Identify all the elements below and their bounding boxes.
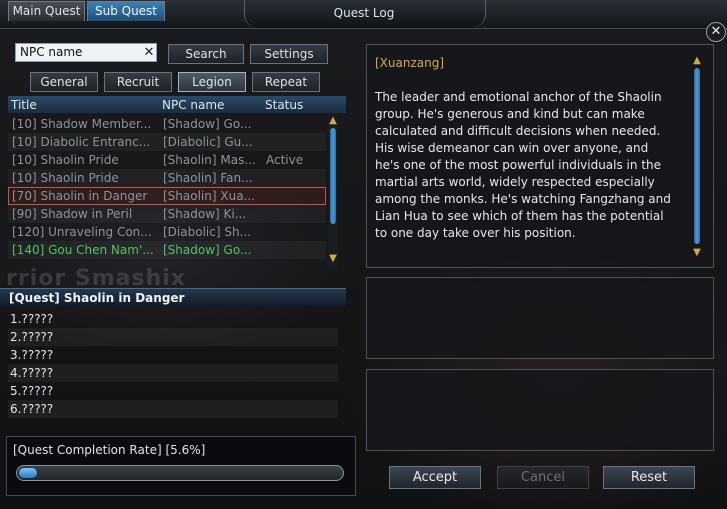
reset-button[interactable]: Reset <box>603 466 695 489</box>
npc-name: [Xuanzang] <box>375 56 445 70</box>
quest-list-row[interactable]: [120] Unraveling Con... [Diabolic] Sh... <box>8 223 326 241</box>
quest-npc: [Diabolic] Sh... <box>163 225 251 239</box>
column-npc-name: NPC name <box>162 98 225 112</box>
quest-npc: [Shadow] Go... <box>163 117 252 131</box>
accept-button[interactable]: Accept <box>389 466 481 489</box>
filter-recruit-button[interactable]: Recruit <box>104 72 172 92</box>
clear-search-icon[interactable]: ✕ <box>143 44 155 61</box>
search-button[interactable]: Search <box>168 44 244 64</box>
quest-list-row[interactable]: [10] Shaolin Pride [Shaolin] Mas... Acti… <box>8 151 326 169</box>
description-scrollbar[interactable]: ▲ ▼ <box>692 54 702 260</box>
close-icon[interactable]: ✕ <box>706 22 726 42</box>
completion-panel: [Quest Completion Rate] [5.6%] <box>6 436 356 496</box>
objective-panel <box>366 369 714 451</box>
quest-title: [70] Shaolin in Danger <box>12 189 148 203</box>
quest-title: [10] Shaolin Pride <box>12 153 119 167</box>
quest-title: [120] Unraveling Con... <box>12 225 152 239</box>
tab-sub-quest[interactable]: Sub Quest <box>87 1 165 21</box>
filter-legion-button[interactable]: Legion <box>178 72 246 92</box>
quest-detail-heading: [Quest] Shaolin in Danger <box>0 288 346 306</box>
filter-repeat-button[interactable]: Repeat <box>252 72 320 92</box>
quest-step: 2.????? <box>8 328 338 346</box>
scrollbar-thumb[interactable] <box>694 68 700 244</box>
quest-title: [90] Shadow in Peril <box>12 207 133 221</box>
quest-npc: [Shadow] Ki... <box>163 207 247 221</box>
quest-title: [10] Shadow Member... <box>12 117 152 131</box>
quest-npc: [Shadow] Go... <box>163 243 252 257</box>
completion-progress-bar <box>16 465 344 481</box>
filter-general-button[interactable]: General <box>30 72 98 92</box>
completion-rate-label: [Quest Completion Rate] [5.6%] <box>13 443 206 457</box>
quest-step: 3.????? <box>10 348 54 362</box>
column-status: Status <box>265 98 304 112</box>
quest-list-row[interactable]: [10] Shadow Member... [Shadow] Go... <box>8 115 326 133</box>
settings-button[interactable]: Settings <box>250 44 328 64</box>
quest-title: [140] Gou Chen Nam'... <box>12 243 154 257</box>
quest-step: 6.????? <box>8 400 338 418</box>
reward-panel <box>366 277 714 359</box>
scrollbar-thumb[interactable] <box>330 128 336 224</box>
quest-npc: [Shaolin] Mas... <box>163 153 256 167</box>
quest-list-scrollbar[interactable]: ▲ ▼ <box>328 114 338 266</box>
quest-title: [10] Shaolin Pride <box>12 171 119 185</box>
quest-list-row[interactable]: [10] Diabolic Entranc... [Diabolic] Gu..… <box>8 133 326 151</box>
window-title: Quest Log <box>333 6 395 20</box>
column-title: Title <box>11 98 37 112</box>
quest-title: [10] Diabolic Entranc... <box>12 135 151 149</box>
tab-main-quest[interactable]: Main Quest <box>8 1 85 21</box>
quest-status: Active <box>266 153 304 167</box>
quest-list-header: Title NPC name Status <box>8 96 346 113</box>
npc-search-input[interactable]: NPC name <box>15 43 157 62</box>
completion-progress-fill <box>19 468 37 478</box>
quest-step: 5.????? <box>10 384 54 398</box>
quest-npc: [Shaolin] Fan... <box>163 171 253 185</box>
scroll-up-icon[interactable]: ▲ <box>328 116 338 126</box>
quest-step: 4.????? <box>8 364 338 382</box>
cancel-button[interactable]: Cancel <box>497 466 589 489</box>
quest-npc: [Shaolin] Xua... <box>163 189 255 203</box>
quest-npc: [Diabolic] Gu... <box>163 135 253 149</box>
quest-list-row-selected[interactable]: [70] Shaolin in Danger [Shaolin] Xua... <box>8 187 326 205</box>
scroll-up-icon[interactable]: ▲ <box>692 56 702 66</box>
scroll-down-icon[interactable]: ▼ <box>328 254 338 264</box>
quest-step: 1.????? <box>10 312 54 326</box>
npc-description: The leader and emotional anchor of the S… <box>375 90 671 240</box>
quest-list-row[interactable]: [10] Shaolin Pride [Shaolin] Fan... <box>8 169 326 187</box>
quest-list-row[interactable]: [140] Gou Chen Nam'... [Shadow] Go... <box>8 241 326 259</box>
quest-list-row[interactable]: [90] Shadow in Peril [Shadow] Ki... <box>8 205 326 223</box>
scroll-down-icon[interactable]: ▼ <box>692 248 702 258</box>
